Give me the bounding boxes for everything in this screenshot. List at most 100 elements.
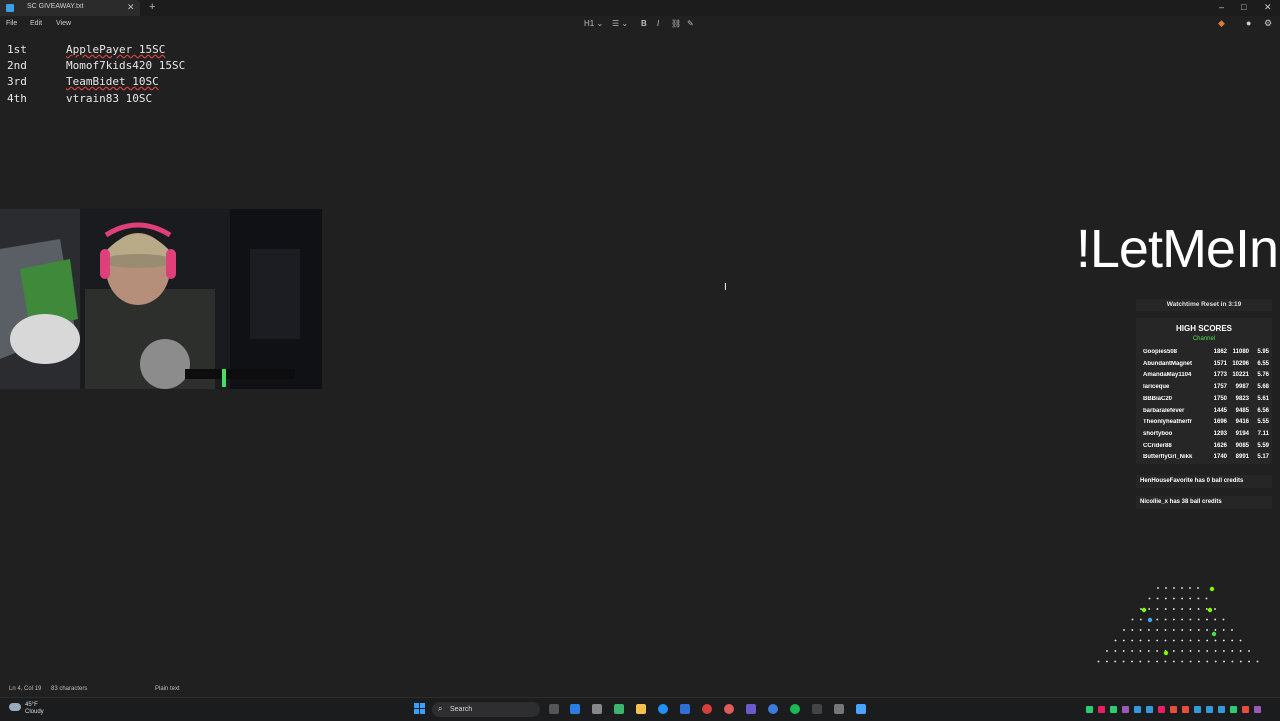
weather-temperature: 45°F bbox=[25, 702, 38, 708]
score-b: 9987 bbox=[1235, 384, 1249, 391]
app-icon[interactable] bbox=[812, 704, 822, 714]
browser-icon[interactable] bbox=[724, 704, 734, 714]
plinko-peg bbox=[1223, 660, 1225, 663]
tray-icon[interactable] bbox=[1206, 706, 1213, 713]
notepad-taskbar-icon[interactable] bbox=[856, 704, 866, 714]
plinko-peg bbox=[1206, 650, 1209, 652]
high-scores-title: HIGH SCORES bbox=[1175, 324, 1232, 333]
score-b: 9085 bbox=[1235, 442, 1249, 449]
tray-icon[interactable] bbox=[1182, 706, 1189, 713]
plinko-peg bbox=[1181, 618, 1183, 621]
task-view-icon[interactable] bbox=[549, 704, 559, 714]
tab-title: SC GIVEAWAY.txt bbox=[27, 3, 84, 10]
widgets-icon[interactable] bbox=[592, 704, 602, 714]
new-tab-button[interactable]: + bbox=[149, 1, 155, 13]
score-name: shortyboo bbox=[1143, 430, 1173, 437]
plinko-peg bbox=[1147, 639, 1150, 642]
settings-gear-icon[interactable]: ⚙ bbox=[1264, 18, 1272, 29]
plinko-peg bbox=[1139, 639, 1142, 642]
plinko-peg bbox=[1181, 650, 1184, 652]
tray-icon[interactable] bbox=[1170, 706, 1177, 713]
watchtime-banner: Watchtime Reset in 3:19 bbox=[1136, 299, 1272, 311]
menu-edit[interactable]: Edit bbox=[30, 20, 42, 27]
plinko-peg bbox=[1197, 629, 1200, 631]
plinko-peg bbox=[1214, 608, 1216, 610]
copilot-taskbar-icon[interactable] bbox=[570, 704, 580, 714]
windows-start-icon[interactable] bbox=[414, 703, 426, 715]
file-format[interactable]: Plain text bbox=[155, 686, 180, 692]
spotify-icon[interactable] bbox=[790, 704, 800, 714]
score-name: CCrider88 bbox=[1143, 442, 1172, 449]
plinko-peg bbox=[1214, 629, 1217, 631]
tray-icon[interactable] bbox=[1110, 706, 1117, 713]
plinko-peg bbox=[1131, 650, 1133, 652]
tray-icon[interactable] bbox=[1158, 706, 1165, 713]
italic-button[interactable]: I bbox=[657, 19, 659, 28]
link-icon[interactable]: ⛓ bbox=[671, 19, 681, 28]
plinko-peg bbox=[1106, 660, 1108, 663]
score-c: 5.68 bbox=[1257, 384, 1269, 391]
plinko-peg bbox=[1139, 618, 1142, 621]
menu-view[interactable]: View bbox=[56, 20, 71, 27]
plinko-peg bbox=[1148, 608, 1151, 610]
plinko-peg bbox=[1205, 597, 1208, 600]
score-a: 1445 bbox=[1213, 407, 1227, 414]
clear-formatting-icon[interactable]: ✎ bbox=[687, 19, 694, 28]
tray-icon[interactable] bbox=[1098, 706, 1105, 713]
tray-icon[interactable] bbox=[1086, 706, 1093, 713]
place-label: 1st bbox=[7, 43, 27, 56]
plinko-peg bbox=[1131, 618, 1134, 621]
plinko-peg bbox=[1197, 639, 1200, 642]
plinko-peg bbox=[1173, 597, 1175, 600]
plinko-peg bbox=[1156, 650, 1158, 652]
app-icon[interactable] bbox=[768, 704, 778, 714]
maximize-button[interactable]: □ bbox=[1241, 2, 1246, 12]
tray-icon[interactable] bbox=[1122, 706, 1129, 713]
tray-icon[interactable] bbox=[1146, 706, 1153, 713]
plinko-peg bbox=[1231, 650, 1234, 652]
plinko-peg bbox=[1148, 597, 1151, 600]
plinko-peg bbox=[1164, 660, 1167, 663]
app-icon[interactable] bbox=[834, 704, 844, 714]
document-tab[interactable]: SC GIVEAWAY.txt ✕ bbox=[0, 0, 140, 16]
score-a: 1626 bbox=[1213, 442, 1227, 449]
score-b: 9485 bbox=[1235, 407, 1249, 414]
tab-close-button[interactable]: ✕ bbox=[127, 2, 135, 13]
edge-icon[interactable] bbox=[658, 704, 668, 714]
plinko-peg bbox=[1189, 629, 1192, 631]
plinko-peg bbox=[1172, 650, 1175, 652]
cloud-icon[interactable] bbox=[9, 703, 21, 711]
account-icon[interactable]: ● bbox=[1246, 18, 1251, 28]
plinko-peg bbox=[1181, 597, 1183, 600]
close-window-button[interactable]: ✕ bbox=[1264, 2, 1272, 13]
file-explorer-icon[interactable] bbox=[636, 704, 646, 714]
plinko-peg bbox=[1106, 650, 1108, 652]
discord-icon[interactable] bbox=[746, 704, 756, 714]
plinko-peg bbox=[1172, 639, 1175, 642]
store-icon[interactable] bbox=[680, 704, 690, 714]
chrome-icon[interactable] bbox=[614, 704, 624, 714]
high-scores-panel: HIGH SCORES Channel Goopies508 1862 1108… bbox=[1136, 318, 1272, 464]
tray-icon[interactable] bbox=[1254, 706, 1261, 713]
plinko-peg bbox=[1214, 650, 1217, 652]
webcam-feed bbox=[0, 209, 322, 389]
copilot-icon[interactable]: ◆ bbox=[1218, 18, 1225, 29]
plinko-peg bbox=[1164, 608, 1167, 610]
minimize-button[interactable]: – bbox=[1219, 2, 1224, 12]
tray-icon[interactable] bbox=[1218, 706, 1225, 713]
obs-icon[interactable] bbox=[702, 704, 712, 714]
menu-file[interactable]: File bbox=[6, 20, 17, 27]
entry-text: vtrain83 10SC bbox=[66, 92, 153, 105]
tray-icon[interactable] bbox=[1230, 706, 1237, 713]
plinko-peg bbox=[1181, 639, 1184, 642]
heading-dropdown[interactable]: H1 ⌄ bbox=[584, 19, 603, 28]
score-b: 9194 bbox=[1235, 430, 1249, 437]
bold-button[interactable]: B bbox=[641, 19, 647, 28]
plinko-peg bbox=[1156, 639, 1159, 642]
taskbar-search[interactable]: ⌕ Search bbox=[432, 702, 540, 717]
list-dropdown[interactable]: ☰ ⌄ bbox=[612, 19, 628, 28]
tray-icon[interactable] bbox=[1242, 706, 1249, 713]
tray-icon[interactable] bbox=[1134, 706, 1141, 713]
tray-icon[interactable] bbox=[1194, 706, 1201, 713]
weather-widget[interactable]: 45°F Cloudy bbox=[25, 702, 44, 716]
